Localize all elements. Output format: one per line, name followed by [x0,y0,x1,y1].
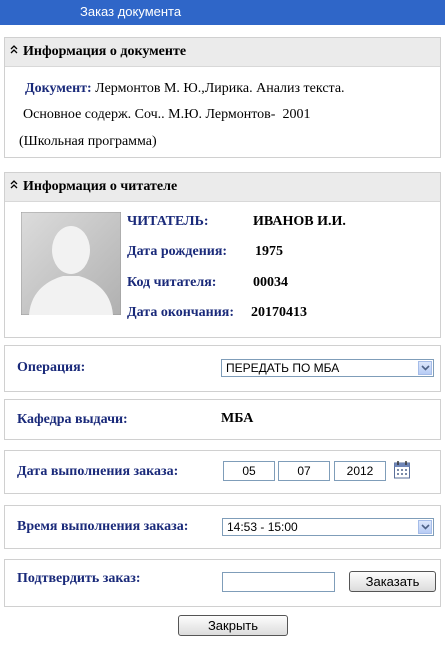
end-date-label: Дата окончания: [127,305,235,320]
end-date-value: 20170413 [251,305,307,320]
chevron-down-icon [421,365,430,371]
confirm-input[interactable] [222,572,335,592]
birth-value: 1975 [255,244,283,259]
confirm-label: Подтвердить заказ: [17,571,141,586]
department-row: Кафедра выдачи: МБА [4,399,441,440]
document-info-header[interactable]: Информация о документе [5,38,440,67]
operation-row: Операция: ПЕРЕДАТЬ ПО МБА [4,345,441,392]
document-label: Документ: [25,81,92,96]
window-title-bar: Заказ документа [0,0,445,25]
order-time-label: Время выполнения заказа: [17,519,189,534]
reader-info-title: Информация о читателе [23,179,178,194]
calendar-icon[interactable] [393,460,411,480]
order-month-input[interactable]: 07 [278,461,330,481]
operation-label: Операция: [17,360,86,375]
chevron-down-icon [421,524,430,530]
reader-info-panel: Информация о читателе ЧИТАТЕЛЬ: ИВАНОВ И… [4,172,441,338]
collapse-chevron-icon[interactable] [9,176,19,194]
reader-name: ИВАНОВ И.И. [253,214,346,229]
collapse-chevron-icon[interactable] [9,41,19,59]
reader-info-header[interactable]: Информация о читателе [5,173,440,202]
department-label: Кафедра выдачи: [17,412,128,427]
document-line-2: Основное содерж. Соч.. М.Ю. Лермонтов- 2… [23,107,311,122]
document-info-panel: Информация о документе Документ: Лермонт… [4,37,441,158]
operation-selected-value: ПЕРЕДАТЬ ПО МБА [226,361,340,375]
confirm-row: Подтвердить заказ: Заказать [4,559,441,607]
document-title-text: Лермонтов М. Ю.,Лирика. Анализ текста. [95,81,345,96]
department-value: МБА [221,411,254,426]
document-info-title: Информация о документе [23,44,187,59]
order-year-input[interactable]: 2012 [334,461,386,481]
operation-dropdown-button[interactable] [418,361,432,375]
order-day-input[interactable]: 05 [223,461,275,481]
close-button[interactable]: Закрыть [178,615,288,636]
document-line-1: Документ: Лермонтов М. Ю.,Лирика. Анализ… [25,81,345,97]
birth-label: Дата рождения: [127,244,228,259]
order-time-dropdown-button[interactable] [418,520,432,534]
document-line-3: (Школьная программа) [19,134,157,149]
window-title: Заказ документа [80,4,182,19]
reader-label: ЧИТАТЕЛЬ: [127,214,209,229]
order-time-select[interactable]: 14:53 - 15:00 [222,518,434,536]
reader-code-label: Код читателя: [127,275,217,290]
order-date-row: Дата выполнения заказа: 05 07 2012 [4,450,441,494]
reader-avatar-icon [21,212,121,315]
operation-select[interactable]: ПЕРЕДАТЬ ПО МБА [221,359,434,377]
reader-code-value: 00034 [253,275,288,290]
order-button[interactable]: Заказать [349,571,436,592]
order-time-row: Время выполнения заказа: 14:53 - 15:00 [4,505,441,549]
order-time-selected-value: 14:53 - 15:00 [227,520,298,534]
order-date-label: Дата выполнения заказа: [17,464,179,479]
